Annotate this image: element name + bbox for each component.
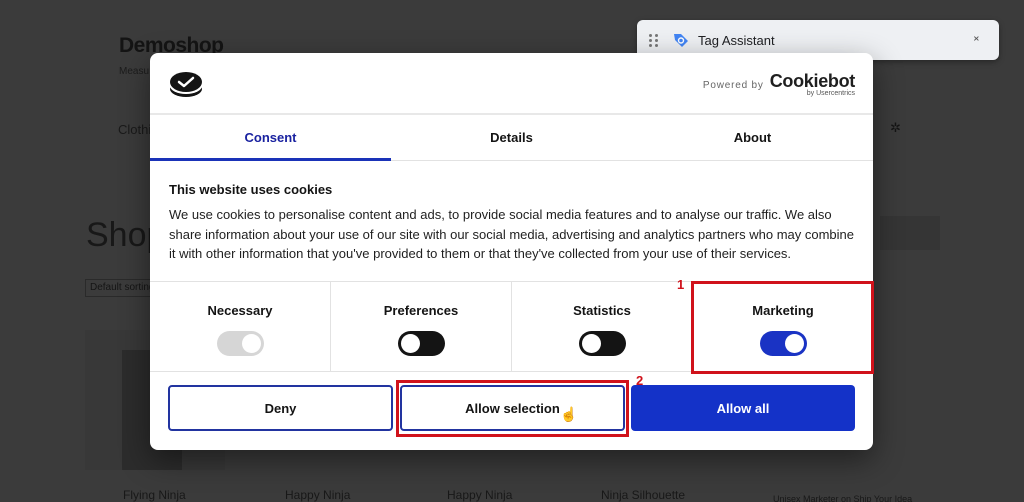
statistics-toggle[interactable]: [578, 331, 626, 356]
shop-tagline: Measu: [119, 66, 150, 77]
cookiebot-logo: Cookiebot: [769, 71, 856, 91]
product-name: Happy Ninja: [447, 488, 513, 502]
category-statistics: Statistics: [512, 282, 693, 371]
category-label: Statistics: [573, 303, 631, 318]
category-preferences: Preferences: [331, 282, 512, 371]
powered-by-cookiebot[interactable]: Powered by Cookiebot by Usercentrics: [703, 72, 855, 98]
dialog-header: Powered by Cookiebot by Usercentrics: [150, 53, 873, 115]
category-label: Necessary: [207, 303, 273, 318]
deny-button[interactable]: Deny: [168, 385, 393, 431]
tag-assistant-title: Tag Assistant: [698, 32, 775, 48]
tab-about[interactable]: About: [632, 115, 873, 160]
category-necessary: Necessary: [150, 282, 331, 371]
annotation-box-marketing: [691, 281, 874, 374]
product-name: Unisex Marketer on Ship Your Idea: [773, 494, 913, 502]
annotation-number: 2: [636, 373, 644, 388]
consent-logo-icon: [170, 72, 202, 97]
drag-handle-icon[interactable]: [649, 33, 659, 47]
category-label: Preferences: [383, 303, 459, 318]
tab-details[interactable]: Details: [391, 115, 632, 160]
expand-collapse-icon[interactable]: ⌄ ⌃: [972, 31, 981, 49]
shop-nav-item: Clothi: [118, 122, 152, 137]
annotation-number: 1: [677, 277, 685, 292]
product-name: Happy Ninja: [285, 488, 351, 502]
preferences-toggle[interactable]: [397, 331, 445, 356]
tag-assistant-logo-icon: [674, 34, 688, 47]
allow-all-button[interactable]: Allow all: [631, 385, 855, 431]
cart-icon: ✲: [890, 120, 901, 135]
product-name: Ninja Silhouette: [601, 488, 686, 502]
powered-by-label: Powered by: [702, 80, 764, 91]
product-name: Flying Ninja: [123, 488, 186, 502]
annotation-box-allow-selection: [396, 380, 629, 437]
necessary-toggle: [216, 331, 264, 356]
cookiebot-sub: by Usercentrics: [806, 90, 855, 97]
consent-heading: This website uses cookies: [169, 182, 333, 197]
dialog-tabs: Consent Details About: [150, 115, 873, 161]
tab-consent[interactable]: Consent: [150, 115, 391, 161]
consent-description: We use cookies to personalise content an…: [169, 207, 855, 261]
background-button: [880, 216, 940, 250]
